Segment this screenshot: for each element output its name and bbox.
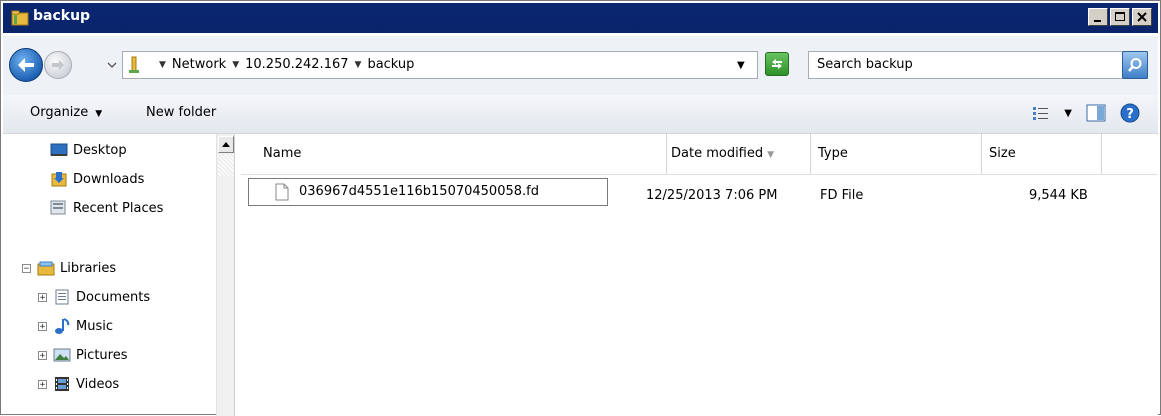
breadcrumb-backup[interactable]: backup (367, 57, 414, 72)
column-header-label: Type (818, 146, 848, 161)
search-icon (1128, 58, 1142, 72)
chevron-down-icon[interactable]: ▼ (232, 60, 239, 70)
nav-item-libraries[interactable]: − Libraries (22, 260, 116, 276)
scroll-up-button[interactable] (218, 136, 234, 153)
svg-text:?: ? (1126, 107, 1134, 122)
expand-toggle[interactable]: + (38, 321, 47, 331)
organize-label: Organize (30, 105, 89, 120)
breadcrumb-network[interactable]: Network (172, 57, 226, 72)
forward-button[interactable] (44, 51, 72, 79)
file-size: 9,544 KB (1029, 188, 1088, 203)
file-icon (275, 183, 289, 201)
documents-icon (55, 289, 69, 305)
column-header-date-modified[interactable]: Date modified ▼ (667, 134, 811, 174)
nav-item-label: Music (76, 318, 113, 334)
column-header-label: Date modified (671, 146, 764, 161)
recent-pages-dropdown[interactable] (106, 60, 118, 70)
close-button[interactable] (1132, 8, 1152, 26)
nav-item-downloads[interactable]: Downloads (50, 171, 144, 187)
pane-splitter[interactable] (234, 134, 241, 416)
help-icon[interactable]: ? (1120, 103, 1140, 123)
column-header-label: Name (263, 146, 302, 161)
nav-item-documents[interactable]: + Documents (38, 289, 150, 305)
title-bar[interactable]: backup (3, 3, 1158, 33)
file-type: FD File (820, 188, 864, 203)
address-history-dropdown[interactable]: ▼ (737, 60, 745, 71)
chevron-down-icon: ▼ (95, 109, 103, 119)
nav-item-label: Desktop (73, 142, 127, 158)
folder-icon (11, 10, 29, 26)
refresh-button[interactable] (765, 52, 789, 76)
nav-item-music[interactable]: + Music (38, 318, 113, 334)
minimize-button[interactable] (1088, 8, 1108, 26)
close-icon (1137, 12, 1147, 22)
view-options-dropdown[interactable]: ▼ (1064, 108, 1072, 119)
file-name: 036967d4551e116b15070450058.fd (299, 184, 539, 199)
nav-item-label: Libraries (60, 260, 117, 276)
column-header-size[interactable]: Size (982, 134, 1102, 174)
minimize-icon (1094, 20, 1101, 22)
desktop-icon (50, 143, 68, 156)
arrow-up-icon (222, 142, 230, 147)
arrow-right-icon (52, 60, 64, 70)
nav-item-desktop[interactable]: Desktop (50, 142, 127, 158)
address-bar[interactable]: ▼ Network ▼ 10.250.242.167 ▼ backup (122, 51, 758, 79)
nav-item-videos[interactable]: + Videos (38, 376, 119, 392)
nav-item-recent-places[interactable]: Recent Places (50, 200, 163, 216)
sort-descending-icon: ▼ (767, 150, 775, 160)
navigation-scrollbar[interactable] (216, 134, 235, 416)
collapse-toggle[interactable]: − (22, 263, 31, 273)
address-row: ▼ Network ▼ 10.250.242.167 ▼ backup ▼ Se… (3, 36, 1158, 95)
expand-toggle[interactable]: + (38, 350, 47, 360)
pictures-icon (53, 348, 71, 362)
table-row[interactable]: 036967d4551e116b15070450058.fd 12/25/201… (241, 178, 1158, 208)
column-header-label: Size (989, 146, 1016, 161)
back-button[interactable] (9, 48, 43, 82)
nav-item-pictures[interactable]: + Pictures (38, 347, 127, 363)
navigation-pane: Desktop Downloads Recent Places − Librar… (3, 134, 239, 414)
nav-item-label: Downloads (73, 171, 145, 187)
new-folder-button[interactable]: New folder (146, 105, 216, 120)
nav-item-label: Pictures (76, 347, 128, 363)
file-name-cell[interactable]: 036967d4551e116b15070450058.fd (248, 178, 608, 206)
maximize-icon (1115, 12, 1125, 21)
chevron-down-icon[interactable]: ▼ (355, 60, 362, 70)
scroll-thumb[interactable] (218, 154, 234, 176)
file-list: Name Date modified ▼ Type Size 036967d455… (241, 134, 1158, 416)
videos-icon (55, 377, 69, 391)
search-button[interactable] (1122, 51, 1148, 79)
new-folder-label: New folder (146, 105, 217, 120)
search-placeholder: Search backup (817, 57, 913, 72)
organize-menu[interactable]: Organize ▼ (30, 105, 102, 120)
chevron-down-icon[interactable]: ▼ (159, 60, 166, 70)
arrow-left-icon (18, 58, 34, 72)
nav-item-label: Documents (76, 289, 151, 305)
column-header-name[interactable]: Name (241, 134, 667, 174)
breadcrumb-ip[interactable]: 10.250.242.167 (245, 57, 348, 72)
maximize-button[interactable] (1110, 8, 1130, 26)
window-title: backup (33, 8, 91, 24)
libraries-icon (37, 261, 55, 276)
folder-icon (129, 56, 139, 73)
downloads-icon (51, 172, 67, 187)
breadcrumb: ▼ Network ▼ 10.250.242.167 ▼ backup (159, 57, 414, 72)
expand-toggle[interactable]: + (38, 292, 47, 302)
nav-item-label: Recent Places (73, 200, 164, 216)
file-date: 12/25/2013 7:06 PM (646, 188, 778, 203)
refresh-icon (772, 59, 782, 69)
recent-places-icon (50, 200, 66, 215)
column-header-type[interactable]: Type (811, 134, 982, 174)
column-headers: Name Date modified ▼ Type Size (241, 134, 1158, 175)
expand-toggle[interactable]: + (38, 379, 47, 389)
explorer-window: backup ▼ Network ▼ 10.250.242.167 ▼ back… (0, 0, 1161, 416)
search-input[interactable]: Search backup (808, 51, 1148, 79)
music-icon (55, 318, 70, 334)
change-view-icon[interactable] (1032, 105, 1050, 121)
preview-pane-icon[interactable] (1086, 104, 1106, 122)
command-bar: Organize ▼ New folder ▼ ? (3, 95, 1158, 134)
nav-item-label: Videos (76, 376, 120, 392)
